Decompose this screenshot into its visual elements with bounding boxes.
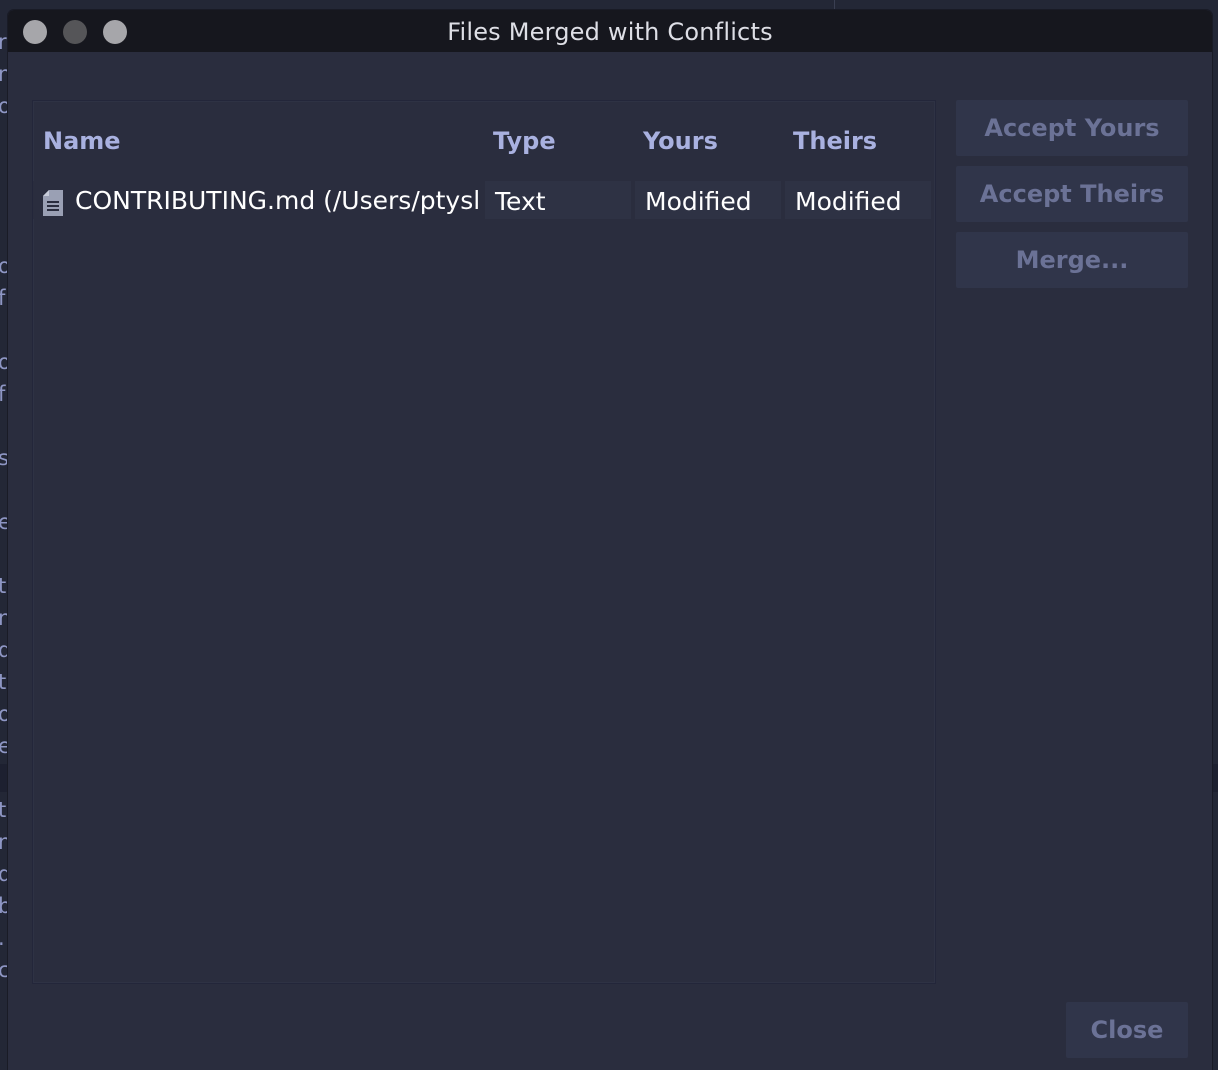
merge-conflicts-dialog: Files Merged with Conflicts Name Type Yo… <box>8 10 1212 1070</box>
background-glyph: f <box>0 286 6 310</box>
background-glyph: f <box>0 382 6 406</box>
table-header: Name Type Yours Theirs <box>33 101 935 181</box>
document-icon <box>43 190 63 216</box>
column-header-name[interactable]: Name <box>43 127 121 155</box>
table-row[interactable]: CONTRIBUTING.md (/Users/ptysl Text Modif… <box>33 181 935 221</box>
theirs-status: Modified <box>795 187 902 216</box>
file-name: CONTRIBUTING.md (/Users/ptysl <box>75 186 481 215</box>
close-button[interactable]: Close <box>1066 1002 1188 1058</box>
background-glyph: t <box>0 574 7 598</box>
merge-button[interactable]: Merge... <box>956 232 1188 288</box>
cell-type[interactable]: Text <box>485 181 631 219</box>
column-header-yours[interactable]: Yours <box>643 127 718 155</box>
window-title: Files Merged with Conflicts <box>447 18 773 46</box>
background-glyph: t <box>0 798 7 822</box>
file-type: Text <box>495 187 546 216</box>
background-glyph: t <box>0 670 7 694</box>
background-glyph: . <box>0 926 5 950</box>
cell-name[interactable]: CONTRIBUTING.md (/Users/ptysl <box>33 181 485 219</box>
cell-yours[interactable]: Modified <box>635 181 781 219</box>
background-glyph: r <box>0 30 7 54</box>
accept-theirs-button[interactable]: Accept Theirs <box>956 166 1188 222</box>
column-header-type[interactable]: Type <box>493 127 556 155</box>
conflicts-table[interactable]: Name Type Yours Theirs CONTRIBUTING.md (… <box>32 100 936 984</box>
cell-theirs[interactable]: Modified <box>785 181 931 219</box>
yours-status: Modified <box>645 187 752 216</box>
accept-yours-button[interactable]: Accept Yours <box>956 100 1188 156</box>
window-titlebar[interactable]: Files Merged with Conflicts <box>8 10 1212 52</box>
column-header-theirs[interactable]: Theirs <box>793 127 877 155</box>
